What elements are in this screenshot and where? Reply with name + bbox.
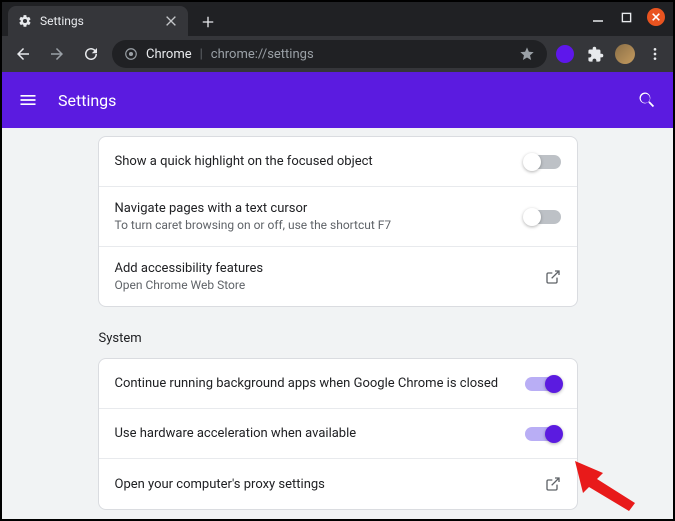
extensions-button[interactable] [585,44,605,64]
back-button[interactable] [10,41,36,67]
row-proxy-settings[interactable]: Open your computer's proxy settings [99,459,577,509]
profile-avatar[interactable] [615,44,635,64]
menu-button[interactable] [645,44,665,64]
hamburger-icon[interactable] [18,90,38,110]
row-subtitle: To turn caret browsing on or off, use th… [115,218,525,232]
toggle-off[interactable] [525,210,561,224]
row-hardware-accel[interactable]: Use hardware acceleration when available [99,409,577,459]
accessibility-card: Show a quick highlight on the focused ob… [98,136,578,307]
row-title: Use hardware acceleration when available [115,426,525,441]
chrome-page-icon [124,47,138,61]
row-add-accessibility[interactable]: Add accessibility features Open Chrome W… [99,247,577,306]
external-link-icon [545,476,561,492]
row-title: Show a quick highlight on the focused ob… [115,154,525,169]
forward-button[interactable] [44,41,70,67]
external-link-icon [545,269,561,285]
toggle-on[interactable] [525,377,561,391]
maximize-button[interactable] [619,10,633,24]
row-title: Navigate pages with a text cursor [115,201,525,216]
toggle-off[interactable] [525,155,561,169]
titlebar: Settings [2,2,673,36]
url-scheme: Chrome [146,47,192,62]
settings-header: Settings [2,72,673,128]
addressbar: Chrome | chrome://settings [2,36,673,72]
extension-icon-1[interactable] [555,44,575,64]
system-card: Continue running background apps when Go… [98,358,578,510]
content-scroll[interactable]: Show a quick highlight on the focused ob… [2,128,673,519]
toolbar-icons [555,44,665,64]
section-system: System [99,331,579,346]
tab-title: Settings [40,14,156,28]
row-subtitle: Open Chrome Web Store [115,278,525,292]
window-controls [591,8,665,26]
page-title: Settings [58,91,617,110]
browser-tab[interactable]: Settings [8,6,188,36]
close-icon[interactable] [164,14,178,28]
star-icon[interactable] [519,46,535,62]
row-title: Continue running background apps when Go… [115,376,525,391]
row-caret-browsing[interactable]: Navigate pages with a text cursor To tur… [99,187,577,247]
gear-icon [18,14,32,28]
row-title: Open your computer's proxy settings [115,477,525,492]
row-background-apps[interactable]: Continue running background apps when Go… [99,359,577,409]
url-text: chrome://settings [211,47,314,62]
window-close-button[interactable] [647,8,665,26]
row-quick-highlight[interactable]: Show a quick highlight on the focused ob… [99,137,577,187]
toggle-on[interactable] [525,427,561,441]
reload-button[interactable] [78,41,104,67]
search-icon[interactable] [637,90,657,110]
new-tab-button[interactable] [194,8,222,36]
minimize-button[interactable] [591,10,605,24]
row-title: Add accessibility features [115,261,525,276]
url-input[interactable]: Chrome | chrome://settings [112,40,547,68]
